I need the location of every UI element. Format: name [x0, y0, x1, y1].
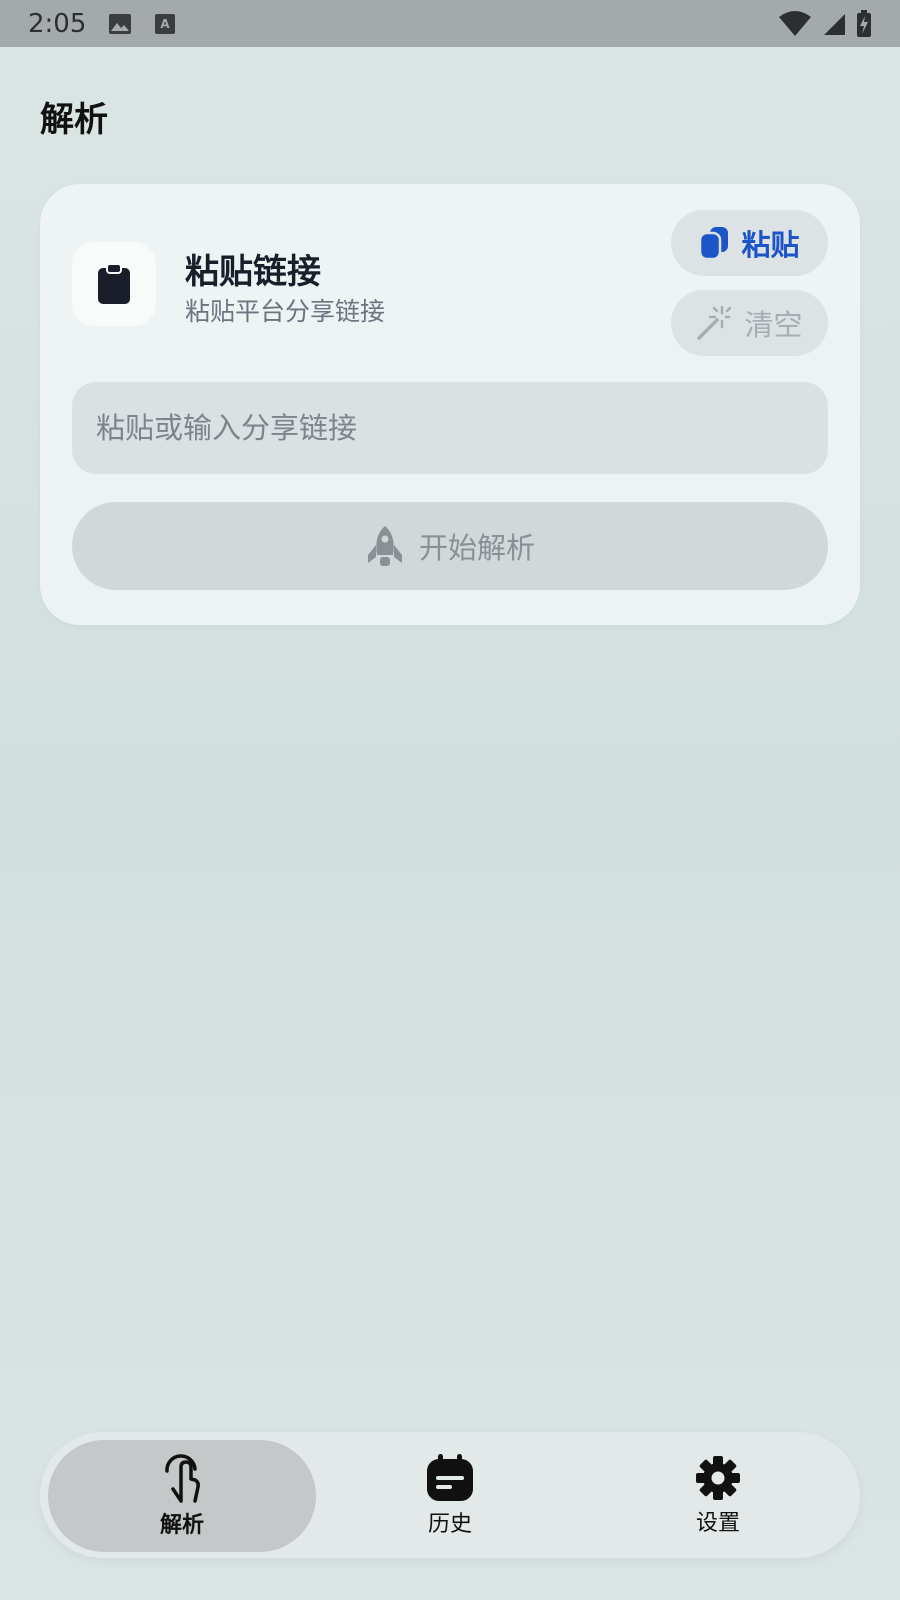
nav-label-parse: 解析 — [159, 1513, 204, 1538]
magic-wand-icon — [697, 305, 732, 340]
nav-label-history: 历史 — [427, 1512, 472, 1537]
calendar-icon — [427, 1454, 473, 1501]
clipboard-badge — [72, 242, 156, 326]
card-title: 粘贴链接 — [185, 252, 321, 292]
paste-link-card: 粘贴链接 粘贴平台分享链接 粘贴 清空 开始解析 — [40, 184, 860, 625]
page-title: 解析 — [40, 100, 108, 140]
start-parse-label: 开始解析 — [418, 531, 535, 565]
clear-button-label: 清空 — [744, 308, 803, 342]
bottom-navigation: 解析 历史 设置 — [40, 1432, 860, 1558]
paste-button[interactable]: 粘贴 — [671, 210, 828, 276]
nav-item-history[interactable]: 历史 — [316, 1440, 584, 1552]
copy-icon — [699, 227, 729, 260]
status-time: 2:05 — [28, 8, 87, 39]
gear-icon — [696, 1456, 740, 1500]
wifi-icon — [779, 10, 811, 36]
clear-button[interactable]: 清空 — [671, 290, 828, 356]
card-subtitle: 粘贴平台分享链接 — [185, 297, 386, 326]
share-link-input[interactable] — [72, 382, 828, 474]
status-bar: 2:05 A — [0, 0, 900, 47]
cell-signal-icon — [824, 13, 845, 35]
svg-text:A: A — [161, 17, 171, 31]
touch-icon — [165, 1454, 200, 1503]
nav-item-parse[interactable]: 解析 — [48, 1440, 316, 1552]
image-notification-icon — [109, 13, 132, 34]
text-notification-icon: A — [155, 13, 176, 34]
status-right — [778, 9, 872, 38]
nav-item-settings[interactable]: 设置 — [584, 1440, 852, 1552]
rocket-icon — [367, 526, 402, 566]
status-left: 2:05 A — [28, 9, 176, 39]
battery-icon — [857, 9, 871, 37]
nav-label-settings: 设置 — [695, 1511, 740, 1536]
clipboard-icon — [98, 263, 130, 304]
start-parse-button[interactable]: 开始解析 — [72, 502, 828, 590]
paste-button-label: 粘贴 — [741, 228, 800, 262]
